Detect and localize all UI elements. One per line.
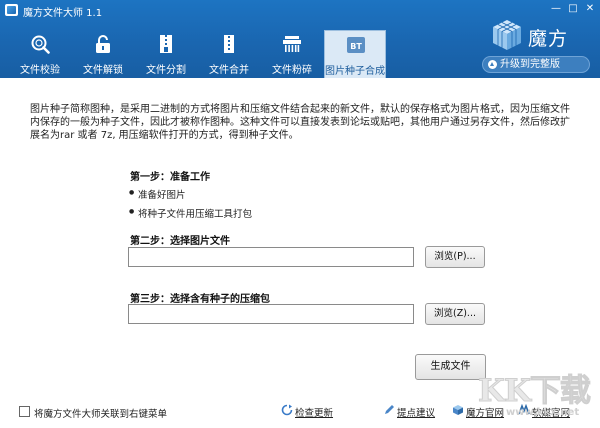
tab-label: 文件粉碎 bbox=[272, 65, 312, 76]
tab-image-seed-merge[interactable]: BT 图片种子合成 bbox=[324, 30, 386, 78]
watermark-text: KK下载 bbox=[478, 373, 592, 410]
mofang-cube-icon bbox=[453, 405, 463, 415]
context-menu-checkbox[interactable] bbox=[19, 406, 30, 417]
tab-file-shred[interactable]: 文件粉碎 bbox=[261, 30, 323, 78]
title-bar[interactable]: 魔方文件大师 1.1 — □ ✕ bbox=[0, 0, 600, 20]
rubik-cube-logo-icon bbox=[493, 20, 521, 50]
zipper-split-icon bbox=[160, 35, 172, 53]
tab-file-verify[interactable]: 文件校验 bbox=[9, 30, 71, 78]
bt-icon-text: BT bbox=[350, 42, 362, 51]
upgrade-label: 升级到完整版 bbox=[500, 59, 560, 70]
pencil-icon bbox=[385, 405, 394, 414]
brand-name: 魔方 bbox=[528, 28, 569, 50]
zipper-merge-icon bbox=[224, 35, 234, 53]
watermark-url: www.kkx.net bbox=[506, 407, 580, 418]
feedback-link[interactable]: 提点建议 bbox=[397, 405, 435, 419]
app-header: 魔方文件大师 1.1 — □ ✕ 文件校验 文件解锁 文件分割 文件合并 文件粉… bbox=[0, 0, 600, 78]
minimize-button[interactable]: — bbox=[549, 3, 563, 15]
step1-bullet: 将种子文件用压缩工具打包 bbox=[129, 206, 252, 220]
shredder-icon bbox=[283, 36, 301, 52]
unlock-icon bbox=[96, 35, 110, 53]
context-menu-label: 将魔方文件大师关联到右键菜单 bbox=[34, 409, 168, 420]
step2-title: 第二步：选择图片文件 bbox=[130, 236, 230, 247]
check-update-link[interactable]: 检查更新 bbox=[295, 405, 333, 419]
kk-download-watermark: KK下载 www.kkx.net bbox=[478, 365, 596, 425]
image-file-path-input[interactable] bbox=[128, 247, 414, 267]
archive-file-path-input[interactable] bbox=[128, 304, 414, 324]
description-text: 图片种子简称图种，是采用二进制的方式将图片和压缩文件结合起来的新文件，默认的保存… bbox=[30, 104, 570, 141]
brand-area: 魔方 升级到完整版 bbox=[480, 18, 592, 74]
tab-label: 文件校验 bbox=[20, 65, 60, 76]
app-logo-icon bbox=[5, 4, 18, 16]
upgrade-button[interactable]: 升级到完整版 bbox=[482, 56, 590, 73]
close-button[interactable]: ✕ bbox=[583, 3, 597, 15]
tab-label: 图片种子合成 bbox=[325, 66, 385, 77]
generate-file-button[interactable]: 生成文件 bbox=[415, 354, 486, 380]
upgrade-arrow-icon bbox=[488, 60, 497, 69]
window-title: 魔方文件大师 1.1 bbox=[23, 8, 103, 19]
browse-image-button[interactable]: 浏览(P)... bbox=[425, 246, 485, 268]
tab-file-unlock[interactable]: 文件解锁 bbox=[72, 30, 134, 78]
tab-label: 文件合并 bbox=[209, 65, 249, 76]
step1-title: 第一步：准备工作 bbox=[130, 172, 210, 183]
update-icon bbox=[281, 404, 293, 416]
tab-label: 文件分割 bbox=[146, 65, 186, 76]
browse-archive-button[interactable]: 浏览(Z)... bbox=[425, 303, 485, 325]
tab-file-merge[interactable]: 文件合并 bbox=[198, 30, 260, 78]
tab-file-split[interactable]: 文件分割 bbox=[135, 30, 197, 78]
step3-title: 第三步：选择含有种子的压缩包 bbox=[130, 294, 270, 305]
magnifier-icon bbox=[31, 35, 50, 54]
tab-label: 文件解锁 bbox=[83, 65, 123, 76]
step1-bullet: 准备好图片 bbox=[129, 187, 185, 201]
bt-icon: BT bbox=[347, 37, 365, 53]
maximize-button[interactable]: □ bbox=[566, 3, 580, 15]
